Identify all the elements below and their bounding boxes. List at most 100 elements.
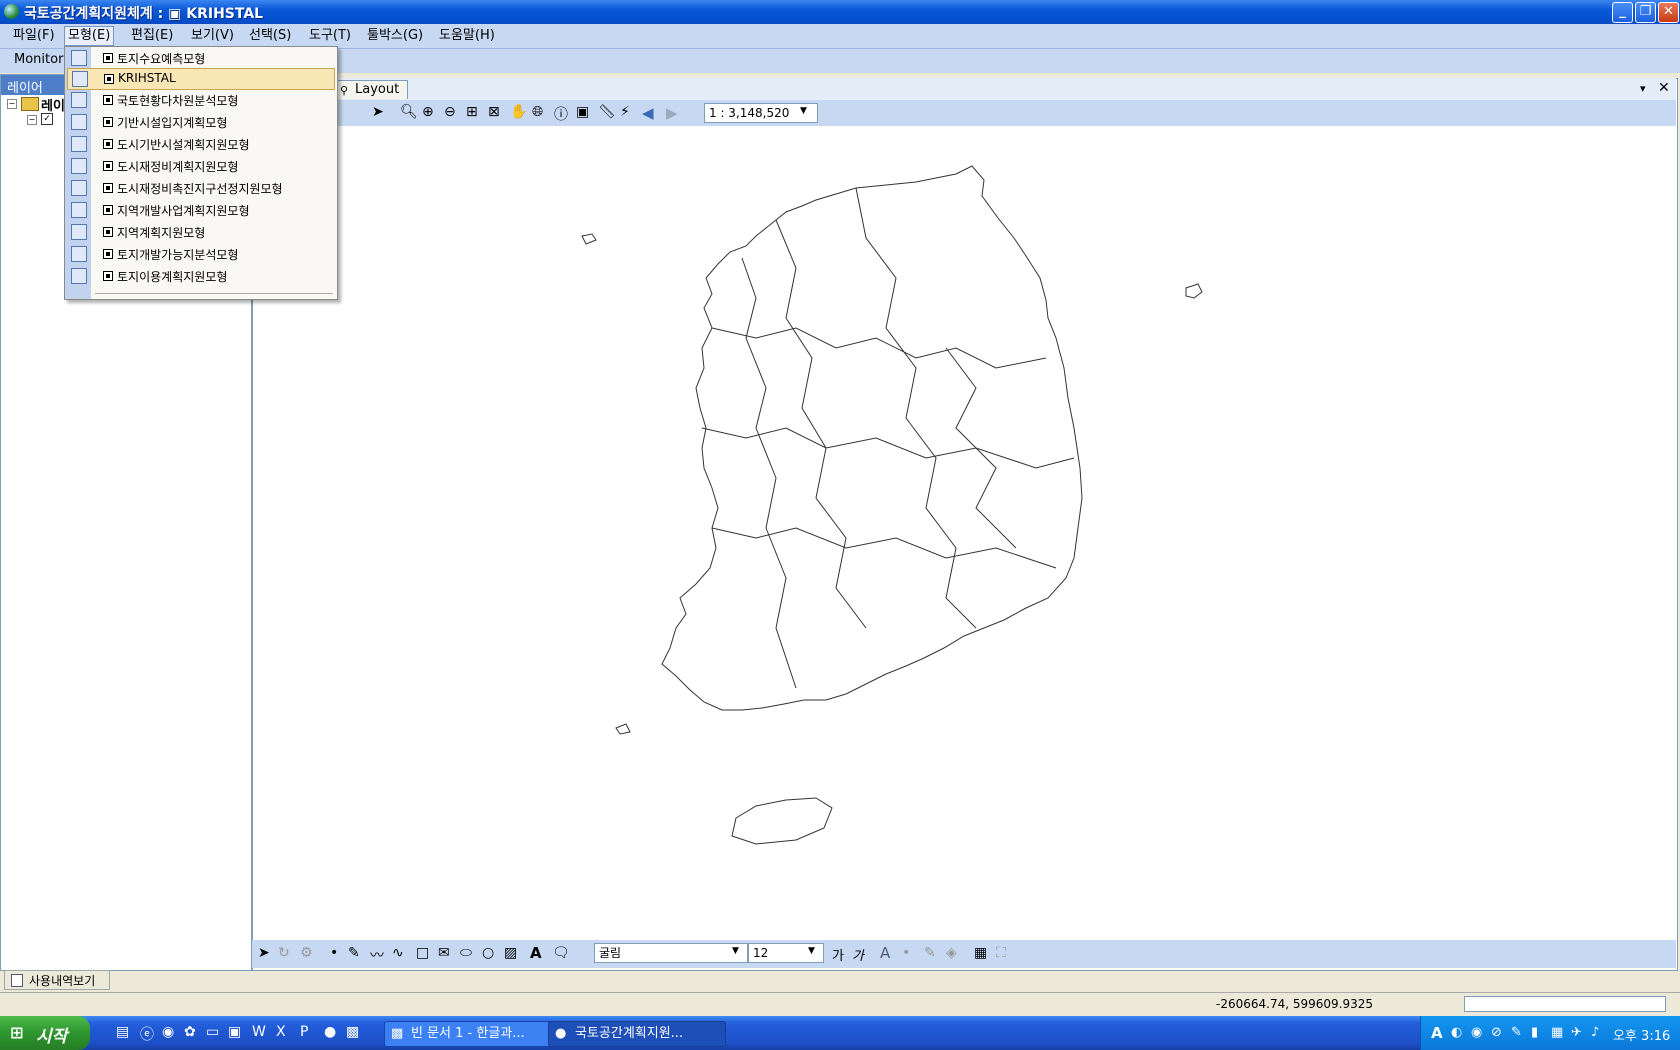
menu-item-label: 토지수요예측모형 [117,52,206,66]
font-color-icon[interactable]: A [880,944,890,962]
curve-icon[interactable]: ∿ [392,945,404,961]
line-icon[interactable]: 〰 [370,945,384,965]
ellipse-icon[interactable]: ⬭ [460,945,472,961]
menu-tools[interactable]: 도구(T) [306,27,354,45]
forward-arrow-icon[interactable]: ▶ [666,104,682,122]
bold-icon[interactable]: 가 [832,945,844,964]
start-button[interactable]: ⊞ 시작 [0,1016,90,1050]
menu-model[interactable]: 모형(E) [64,26,115,46]
back-arrow-icon[interactable]: ◀ [642,104,658,122]
pan-icon[interactable]: ✋ [510,104,527,120]
rotate-icon[interactable]: ↻ [278,945,290,961]
menu-view[interactable]: 보기(V) [188,27,237,45]
close-button[interactable]: ✕ [1658,2,1679,23]
menu-file[interactable]: 파일(F) [10,27,58,45]
model-dropdown-menu: 토지수요예측모형 KRIHSTAL 국토현황다차원분석모형 기반시설입지계획모형… [64,46,338,300]
tray-app-icon[interactable]: ✎ [1511,1025,1522,1040]
taskbar-item-hwp[interactable]: ▩ 빈 문서 1 - 한글과... [384,1021,562,1047]
menu-item-land-use-planning[interactable]: 토지이용계획지원모형 [67,266,333,286]
menu-item-urban-infrastructure[interactable]: 도시기반시설계획지원모형 [67,134,333,154]
menu-item-urban-renewal[interactable]: 도시재정비계획지원모형 [67,156,333,176]
menu-item-regional-planning[interactable]: 지역계획지원모형 [67,222,333,242]
quicklaunch-powerpoint-icon[interactable]: P [300,1024,308,1040]
fill-color-icon[interactable]: ◈ [946,945,957,961]
menu-item-krihstal[interactable]: KRIHSTAL [67,68,335,90]
minimize-button[interactable]: _ [1612,2,1633,23]
menu-help[interactable]: 도움말(H) [436,27,498,45]
menu-item-land-demand[interactable]: 토지수요예측모형 [67,48,333,68]
volume-icon[interactable]: ♪ [1591,1025,1599,1040]
restore-button[interactable]: ❐ [1635,2,1656,23]
chevron-down-icon[interactable]: ▼ [808,946,815,956]
model-box-icon [103,205,113,215]
quicklaunch-app-icon[interactable]: ✿ [184,1024,196,1040]
polygon-icon[interactable]: ✉︎ [438,945,450,961]
dropdown-arrow-icon[interactable]: ▾ [1640,82,1646,95]
tray-app-icon[interactable]: ▮ [1531,1025,1538,1040]
measure-icon[interactable]: 📏︎ [598,104,616,120]
point-icon[interactable]: • [330,945,338,961]
menu-item-infrastructure-location[interactable]: 기반시설입지계획모형 [67,112,333,132]
find-icon[interactable]: ▣ [576,104,592,120]
marker-color-icon[interactable]: • [902,945,910,961]
layer-root-label[interactable]: 레이 [41,95,65,114]
search-icon[interactable]: 🔍︎ [400,104,418,120]
close-pane-icon[interactable]: ✕ [1658,80,1670,96]
fixed-zoom-in-icon[interactable]: ⊞ [466,104,482,120]
chevron-down-icon[interactable]: ▼ [732,946,739,956]
quicklaunch-word-icon[interactable]: W [252,1024,266,1040]
text-icon[interactable]: A [530,944,542,962]
zoom-out-icon[interactable]: ⊖ [444,104,460,120]
pen-icon[interactable]: ✎ [348,945,360,961]
menu-item-national-status[interactable]: 국토현황다차원분석모형 [67,90,333,110]
quicklaunch-folder-icon[interactable]: ▭ [206,1024,219,1040]
tray-app-icon[interactable]: ⊘ [1491,1025,1502,1040]
collapse-icon[interactable]: − [27,115,37,125]
tray-app-icon[interactable]: ▦ [1551,1025,1563,1040]
menu-toolbox[interactable]: 툴박스(G) [364,27,426,45]
font-combobox[interactable]: 굴림 [594,943,748,963]
select-arrow-icon[interactable]: ➤ [258,945,270,961]
picture-icon[interactable]: ▨ [504,945,517,961]
menu-item-land-development[interactable]: 토지개발가능지분석모형 [67,244,333,264]
rectangle-icon[interactable]: □ [416,945,429,961]
zoom-in-icon[interactable]: ⊕ [422,104,438,120]
map-canvas[interactable] [256,128,1674,938]
draw-options-icon[interactable]: ⛶ [996,945,1006,961]
fixed-zoom-out-icon[interactable]: ⊠ [488,104,504,120]
app-globe-icon[interactable] [4,4,19,19]
line-color-icon[interactable]: ✎ [924,945,936,961]
chevron-down-icon[interactable]: ▼ [800,106,807,116]
quicklaunch-ie-icon[interactable]: ⓔ [140,1024,154,1044]
circle-icon[interactable]: ○ [482,945,494,961]
globe-icon[interactable]: 🌐︎ [532,104,548,120]
hyperlink-icon[interactable]: ⚡︎ [620,104,636,120]
zoom-elements-icon[interactable]: ⚙︎ [300,945,313,961]
collapse-icon[interactable]: − [7,99,17,109]
menu-item-label: 도시기반시설계획지원모형 [117,138,250,152]
quicklaunch-firefox-icon[interactable]: ● [324,1024,336,1040]
layer-checkbox[interactable]: ✓ [41,113,53,125]
quicklaunch-explorer-icon[interactable]: ▣ [228,1024,241,1040]
italic-icon[interactable]: 가 [852,945,864,964]
quicklaunch-media-icon[interactable]: ◉ [162,1024,174,1040]
ime-icon[interactable]: A [1431,1024,1443,1042]
tab-layout[interactable]: ⚲ Layout [336,80,409,99]
identify-icon[interactable]: ⓘ [554,104,570,123]
tray-app-icon[interactable]: ◉ [1471,1025,1482,1040]
tray-app-icon[interactable]: ◐ [1451,1025,1462,1040]
quicklaunch-excel-icon[interactable]: X [276,1024,286,1040]
tray-app-icon[interactable]: ✈ [1571,1025,1582,1040]
pointer-icon[interactable]: ➤ [372,104,388,120]
menu-edit[interactable]: 편집(E) [128,27,176,45]
menu-select[interactable]: 선택(S) [246,27,294,45]
history-tab[interactable]: 사용내역보기 [4,970,110,990]
monitor-button[interactable]: Monitori [14,52,67,67]
callout-icon[interactable]: 🗨︎ [552,945,570,961]
quicklaunch-hwp-icon[interactable]: ▩ [346,1024,359,1040]
properties-icon[interactable]: ▦ [974,945,987,961]
menu-item-regional-development[interactable]: 지역개발사업계획지원모형 [67,200,333,220]
quicklaunch-desktop-icon[interactable]: ▤ [116,1024,129,1040]
taskbar-item-krihstal[interactable]: ● 국토공간계획지원... [548,1021,726,1047]
menu-item-renewal-district[interactable]: 도시재정비촉진지구선정지원모형 [67,178,333,198]
